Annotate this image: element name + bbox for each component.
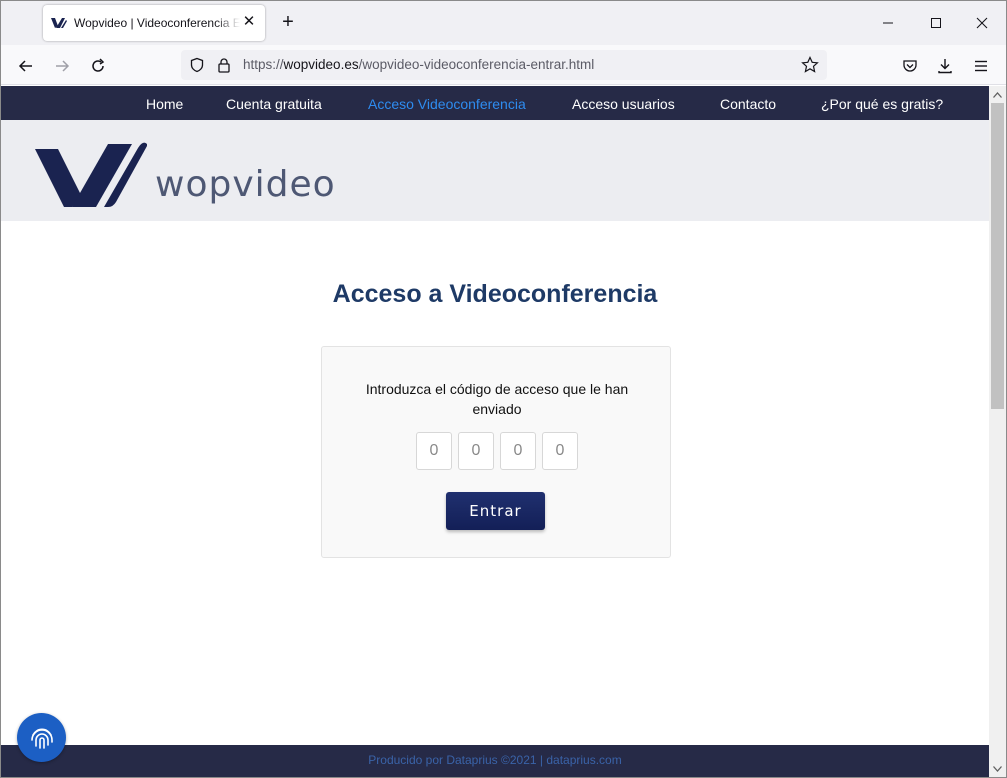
tab-bar: Wopvideo | Videoconferencia Entrar ✕ + xyxy=(1,1,1006,45)
back-arrow-icon[interactable] xyxy=(13,53,39,79)
url-path: /wopvideo-videoconferencia-entrar.html xyxy=(358,57,595,72)
browser-window: Wopvideo | Videoconferencia Entrar ✕ + xyxy=(0,0,1007,778)
menu-hamburger-icon[interactable] xyxy=(968,53,994,79)
maximize-icon[interactable] xyxy=(913,1,959,45)
logo-text[interactable]: wopvideo xyxy=(155,164,336,205)
code-digit-2-input[interactable] xyxy=(458,432,494,470)
new-tab-icon[interactable]: + xyxy=(277,11,299,33)
wopvideo-favicon-icon xyxy=(51,15,67,31)
tab-title: Wopvideo | Videoconferencia Entrar xyxy=(74,16,240,30)
page-viewport: Home Cuenta gratuita Acceso Videoconfere… xyxy=(1,86,989,777)
site-header: wopvideo xyxy=(1,120,989,221)
scroll-down-arrow-icon[interactable] xyxy=(989,760,1006,777)
access-code-card: Introduzca el código de acceso que le ha… xyxy=(321,346,671,558)
pocket-icon[interactable] xyxy=(897,53,923,79)
wopvideo-logo-icon[interactable] xyxy=(34,140,148,212)
fingerprint-icon xyxy=(30,728,53,749)
browser-tab[interactable]: Wopvideo | Videoconferencia Entrar ✕ xyxy=(43,5,265,41)
lock-icon[interactable] xyxy=(215,56,233,74)
browser-toolbar: https://wopvideo.es/wopvideo-videoconfer… xyxy=(1,45,1006,85)
site-footer: Producido por Dataprius ©2021 | datapriu… xyxy=(1,745,989,777)
reload-icon[interactable] xyxy=(85,53,111,79)
page-title: Acceso a Videoconferencia xyxy=(332,280,658,308)
access-code-instructions: Introduzca el código de acceso que le ha… xyxy=(365,381,629,417)
scroll-up-arrow-icon[interactable] xyxy=(989,86,1006,103)
code-digit-3-input[interactable] xyxy=(500,432,536,470)
nav-item-acceso-usuarios[interactable]: Acceso usuarios xyxy=(572,96,675,112)
url-text[interactable]: https://wopvideo.es/wopvideo-videoconfer… xyxy=(243,57,594,72)
code-digit-1-input[interactable] xyxy=(416,432,452,470)
minimize-icon[interactable] xyxy=(865,1,911,45)
scroll-thumb[interactable] xyxy=(991,103,1004,409)
nav-item-contacto[interactable]: Contacto xyxy=(720,96,776,112)
close-window-icon[interactable] xyxy=(959,1,1005,45)
enter-button[interactable]: Entrar xyxy=(446,492,545,530)
nav-item-acceso-videoconferencia[interactable]: Acceso Videoconferencia xyxy=(368,96,526,112)
bookmark-star-icon[interactable] xyxy=(801,56,819,74)
fingerprint-button[interactable] xyxy=(17,713,66,762)
footer-credit-link[interactable]: Producido por Dataprius ©2021 | datapriu… xyxy=(1,753,989,767)
page-scrollbar[interactable] xyxy=(989,86,1006,777)
site-navigation: Home Cuenta gratuita Acceso Videoconfere… xyxy=(1,86,989,120)
code-digit-4-input[interactable] xyxy=(542,432,578,470)
forward-arrow-icon[interactable] xyxy=(49,53,75,79)
nav-item-cuenta-gratuita[interactable]: Cuenta gratuita xyxy=(226,96,322,112)
access-code-inputs xyxy=(416,432,578,470)
download-icon[interactable] xyxy=(932,53,958,79)
url-prefix: https:// xyxy=(243,57,284,72)
url-bar[interactable]: https://wopvideo.es/wopvideo-videoconfer… xyxy=(181,50,827,80)
shield-icon[interactable] xyxy=(188,56,206,74)
close-tab-icon[interactable]: ✕ xyxy=(241,14,257,30)
nav-item-home[interactable]: Home xyxy=(146,96,183,112)
nav-item-por-que-gratis[interactable]: ¿Por qué es gratis? xyxy=(821,96,943,112)
url-host: wopvideo.es xyxy=(283,57,359,72)
